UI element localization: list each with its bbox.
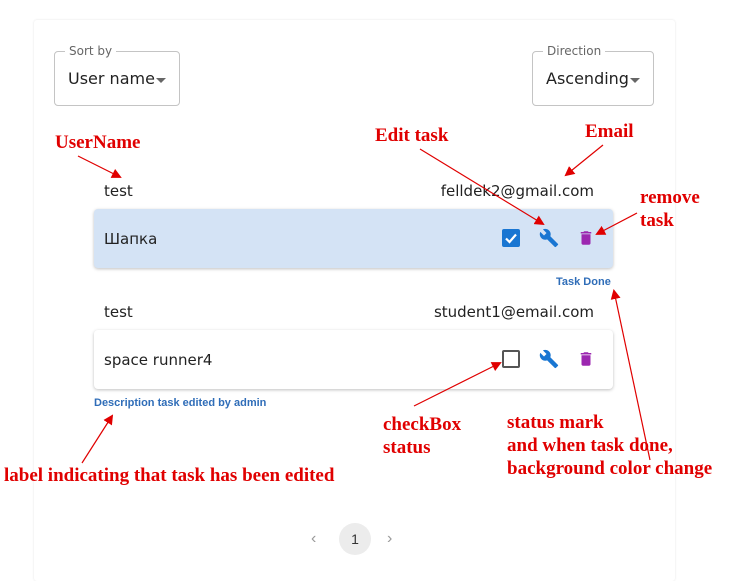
arrow-checkbox (413, 362, 502, 407)
annotation-arrows (77, 144, 651, 464)
arrow-status (610, 289, 651, 461)
arrow-email (564, 144, 604, 177)
arrow-username (77, 155, 122, 178)
arrow-edit-task (419, 148, 545, 226)
arrow-remove-task (595, 212, 638, 235)
arrow-edited-label (81, 414, 114, 464)
